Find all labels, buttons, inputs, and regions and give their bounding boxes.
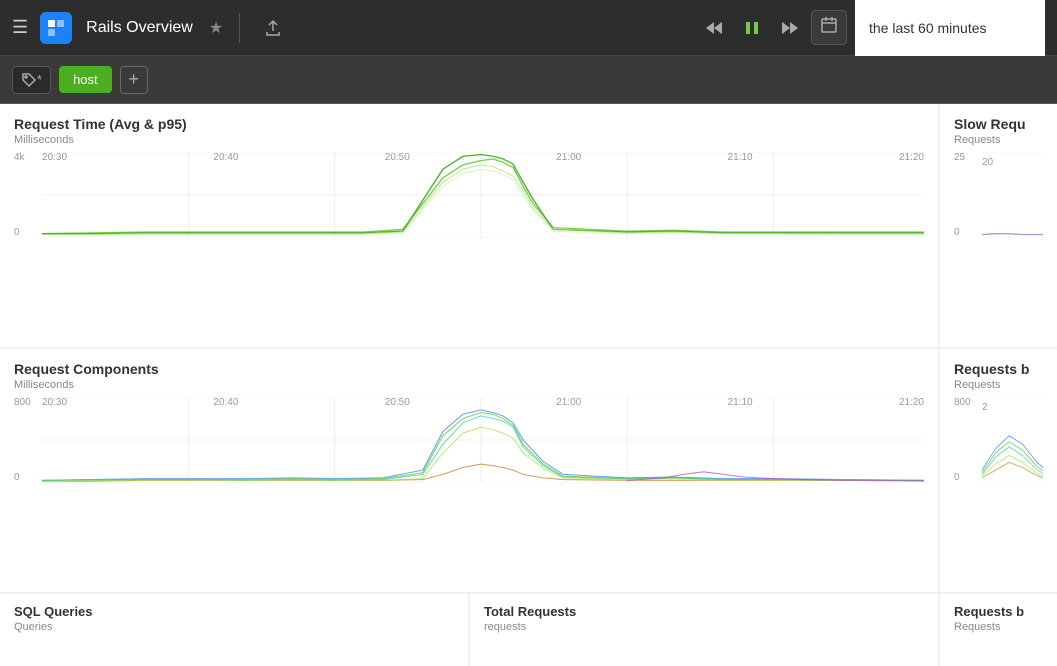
chart-row-1: Request Time (Avg & p95) Milliseconds 4k… — [0, 104, 1057, 347]
add-filter-button[interactable]: + — [120, 66, 148, 94]
navbar: ☰ Rails Overview ★ — [0, 0, 1057, 56]
share-button[interactable] — [256, 13, 290, 43]
y-top-label: 4k — [14, 152, 25, 163]
nav-controls — [697, 10, 847, 45]
request-components-panel: Request Components Milliseconds 800 0 — [0, 349, 938, 592]
forward-button[interactable] — [773, 13, 807, 43]
tag-button[interactable]: * — [12, 66, 51, 94]
filter-bar: * host + — [0, 56, 1057, 104]
rb-chart-svg — [982, 397, 1043, 483]
y-bottom-label: 0 — [14, 227, 20, 238]
requests-b-title: Requests b — [954, 604, 1043, 619]
request-time-title: Request Time (Avg & p95) — [14, 116, 924, 132]
rc-chart-svg — [42, 397, 924, 483]
sql-title: SQL Queries — [14, 604, 454, 619]
slow-chart-svg — [982, 152, 1043, 238]
rc-y-bottom: 0 — [14, 472, 20, 483]
slow-requests-title: Slow Requ — [954, 116, 1043, 132]
request-components-title: Request Components — [14, 361, 924, 377]
total-requests-panel: Total Requests requests — [470, 594, 938, 666]
requests-b-panel: Requests b Requests — [940, 594, 1057, 666]
slow-requests-subtitle: Requests — [954, 134, 1043, 146]
bottom-row: SQL Queries Queries Total Requests reque… — [0, 594, 1057, 666]
time-range-label[interactable]: the last 60 minutes — [855, 0, 1045, 56]
requests-b-subtitle: Requests — [954, 621, 1043, 633]
request-time-panel: Request Time (Avg & p95) Milliseconds 4k… — [0, 104, 938, 347]
rewind-button[interactable] — [697, 13, 731, 43]
rb-y-top: 800 — [954, 397, 971, 408]
slow-requests-chart: 25 0 20 — [954, 152, 1043, 252]
requests-by-title: Requests b — [954, 361, 1043, 377]
nav-divider — [239, 13, 240, 43]
content-area: Request Time (Avg & p95) Milliseconds 4k… — [0, 104, 1057, 666]
chart-svg-area — [42, 152, 924, 238]
rc-y-top: 800 — [14, 397, 31, 408]
requests-by-chart: 800 0 2 — [954, 397, 1043, 497]
request-time-subtitle: Milliseconds — [14, 134, 924, 146]
requests-by-subtitle: Requests — [954, 379, 1043, 391]
sql-queries-panel: SQL Queries Queries — [0, 594, 468, 666]
rb-y-bottom: 0 — [954, 472, 960, 483]
pause-button[interactable] — [735, 13, 769, 43]
star-icon[interactable]: ★ — [209, 18, 223, 38]
slow-requests-panel: Slow Requ Requests 25 0 20 — [940, 104, 1057, 347]
slow-y-bottom: 0 — [954, 227, 960, 238]
app-logo — [40, 12, 72, 44]
app-title: Rails Overview — [86, 19, 193, 37]
requests-by-panel: Requests b Requests 800 0 — [940, 349, 1057, 592]
slow-y-top: 25 — [954, 152, 965, 163]
hamburger-icon[interactable]: ☰ — [12, 17, 28, 38]
sql-subtitle: Queries — [14, 621, 454, 633]
chart-row-2: Request Components Milliseconds 800 0 — [0, 349, 1057, 592]
calendar-button[interactable] — [811, 10, 847, 45]
request-time-chart: 4k 0 — [14, 152, 924, 252]
request-components-chart: 800 0 — [14, 397, 924, 497]
total-requests-subtitle: requests — [484, 621, 924, 633]
host-filter-button[interactable]: host — [59, 66, 112, 93]
total-requests-title: Total Requests — [484, 604, 924, 619]
request-components-subtitle: Milliseconds — [14, 379, 924, 391]
